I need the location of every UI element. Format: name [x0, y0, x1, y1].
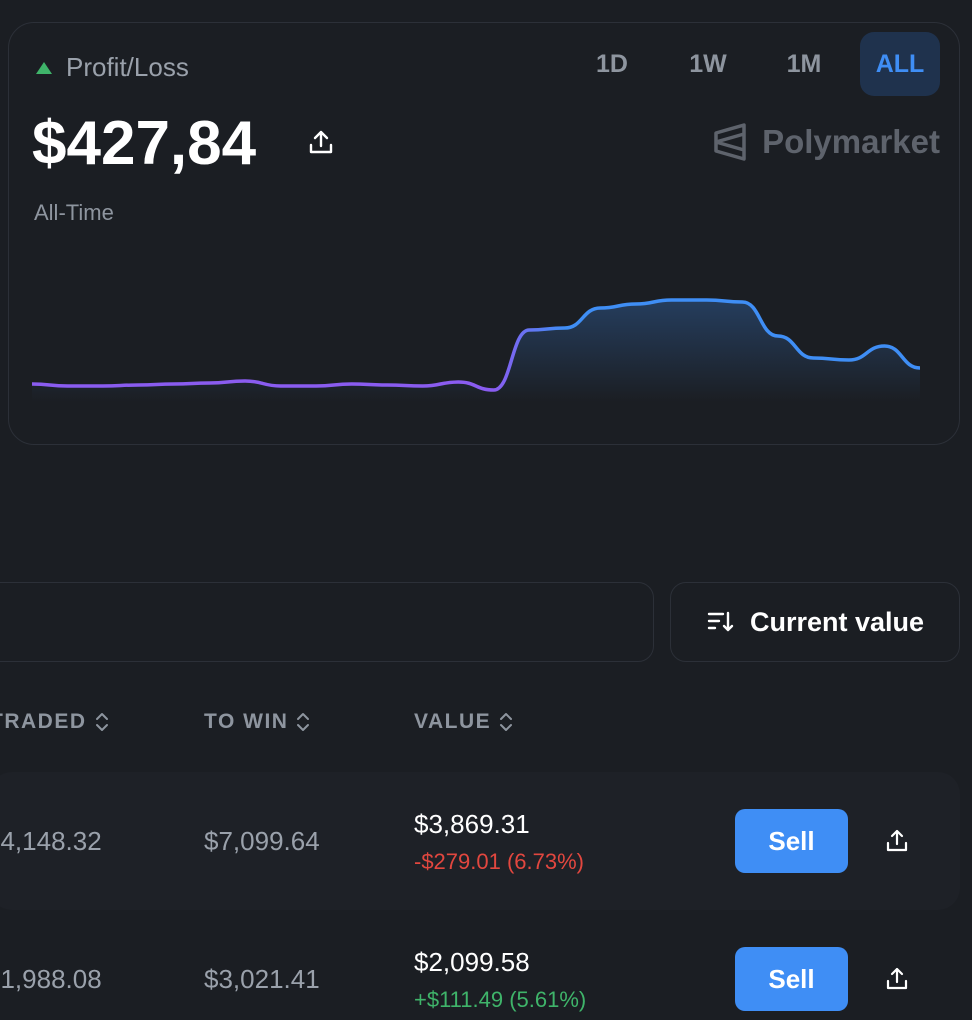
row-2-change: +$111.49 (5.61%): [414, 987, 587, 1012]
range-all-button[interactable]: ALL: [860, 32, 940, 96]
profit-loss-label: Profit/Loss: [66, 52, 189, 82]
column-header-to-win[interactable]: TO WIN: [204, 710, 310, 734]
row-2-value: $2,099.58: [414, 947, 530, 977]
row-1-to-win: $7,099.64: [204, 826, 320, 856]
column-header-to-win-label: TO WIN: [204, 710, 289, 733]
range-1d-button[interactable]: 1D: [572, 32, 652, 96]
sort-chevrons-icon: [297, 713, 310, 731]
sort-chevrons-icon: [95, 713, 108, 731]
row-2-sell-button[interactable]: Sell: [735, 947, 848, 1011]
sort-icon: [707, 611, 734, 632]
search-input[interactable]: [0, 582, 654, 662]
sort-label: Current value: [749, 606, 925, 637]
sort-current-value-button[interactable]: Current value: [670, 582, 960, 662]
range-1w-button[interactable]: 1W: [668, 32, 748, 96]
range-1m-button[interactable]: 1M: [764, 32, 844, 96]
row-2-to-win: $3,021.41: [204, 964, 320, 994]
polymarket-logo-icon: [714, 123, 746, 161]
column-header-value[interactable]: VALUE: [414, 710, 513, 734]
column-header-traded[interactable]: TRADED: [0, 710, 109, 734]
share-icon[interactable]: [306, 128, 336, 158]
profit-loss-amount: $427,84: [32, 109, 257, 178]
sort-chevrons-icon: [500, 713, 513, 731]
up-triangle-icon: [36, 61, 52, 74]
share-icon[interactable]: [884, 966, 910, 992]
share-icon[interactable]: [884, 828, 910, 854]
row-1-change: -$279.01 (6.73%): [414, 849, 584, 874]
range-selector: 1D 1W 1M ALL: [572, 32, 940, 96]
row-1-sell-button[interactable]: Sell: [735, 809, 848, 873]
row-1-value: $3,869.31: [414, 809, 530, 839]
column-header-traded-label: TRADED: [0, 710, 87, 733]
row-1-traded: $4,148.32: [0, 826, 102, 856]
column-header-value-label: VALUE: [414, 710, 492, 733]
profit-loss-chart: [32, 298, 920, 402]
row-2-traded: $1,988.08: [0, 964, 102, 994]
polymarket-logo: Polymarket: [712, 122, 940, 162]
period-label: All-Time: [34, 200, 114, 225]
profit-loss-header: Profit/Loss: [36, 52, 189, 83]
polymarket-brand-text: Polymarket: [762, 123, 940, 160]
